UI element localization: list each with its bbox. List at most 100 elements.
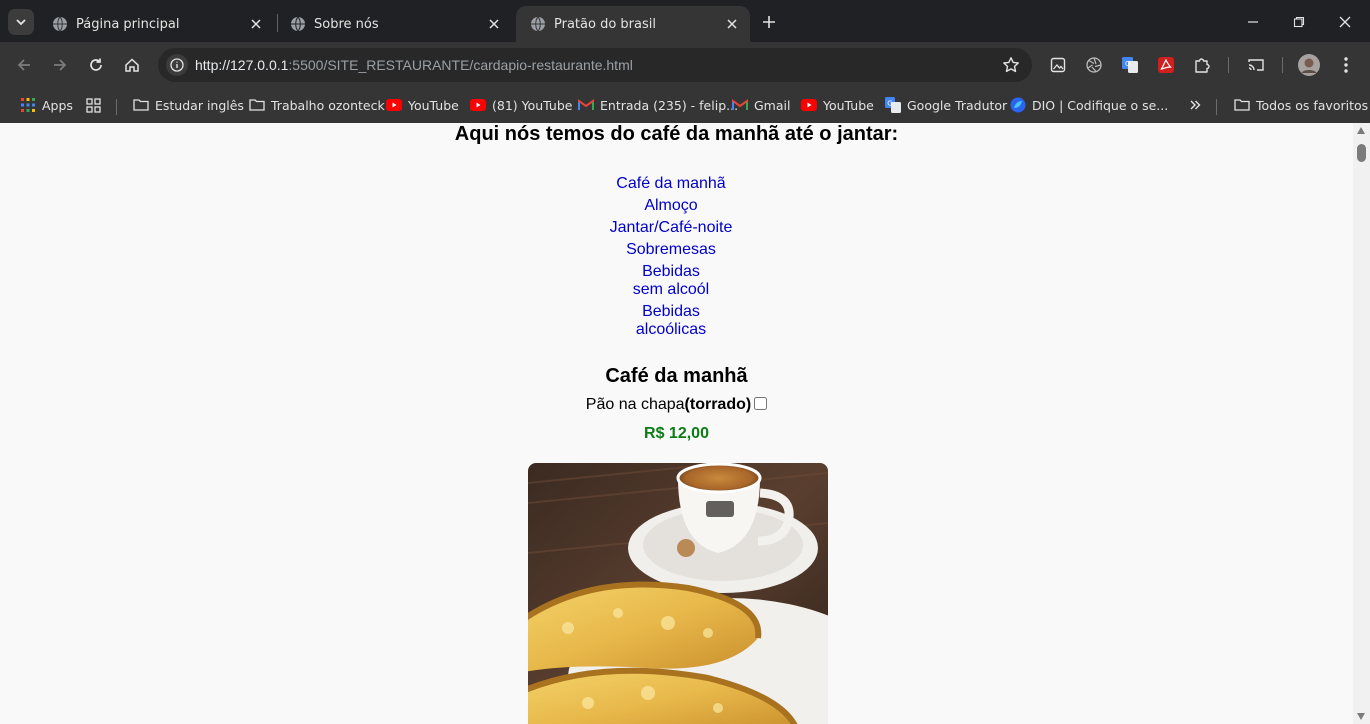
close-icon[interactable] [724,16,740,32]
extensions-button[interactable] [1191,54,1213,76]
folder-icon [249,97,265,113]
reload-icon [90,58,102,71]
site-info-button[interactable] [166,54,188,76]
arrow-right-icon [54,59,67,71]
link-almoco[interactable]: Almoço [644,197,697,214]
chevron-down-icon [16,19,26,26]
tab-title: Página principal [76,16,180,32]
bookmark-label: YouTube [408,97,459,113]
page-viewport: Aqui nós temos do café da manhã até o ja… [0,123,1353,724]
scroll-up-arrow[interactable] [1357,127,1365,134]
bookmark-youtube[interactable]: YouTube [386,94,459,116]
toast-and-coffee-image [528,463,828,724]
scroll-down-arrow[interactable] [1357,713,1365,720]
bookmark-star-icon[interactable] [1002,56,1020,74]
youtube-icon [386,97,402,113]
double-chevron-right-icon [1187,97,1203,113]
item-price: R$ 12,00 [644,425,709,442]
tab-pratao-do-brasil[interactable]: Pratão do brasil [516,6,750,42]
tab-sobre-nos[interactable]: Sobre nós [276,6,512,42]
bookmark-label: Apps [42,97,73,113]
tab-search-button[interactable] [8,9,34,35]
minimize-button[interactable] [1238,8,1268,36]
scroll-thumb[interactable] [1357,144,1366,162]
item-checkbox[interactable] [754,397,768,410]
extension-pdf-button[interactable] [1155,54,1177,76]
extension-aperture-button[interactable] [1083,54,1105,76]
restore-icon [1293,16,1305,28]
plus-icon [763,16,775,28]
menu-nav-item: Bebidas sem alcoól [576,263,766,299]
bookmark-gmail-inbox[interactable]: Entrada (235) - felip... [578,94,738,116]
close-icon[interactable] [486,16,502,32]
new-tab-button[interactable] [758,11,780,33]
link-cafe-da-manha[interactable]: Café da manhã [616,175,725,192]
arrow-left-icon [17,59,30,71]
restore-button[interactable] [1284,8,1314,36]
bookmark-label: Gmail [754,97,791,113]
page-scrollbar[interactable] [1353,123,1370,724]
home-button[interactable] [120,53,144,77]
link-bebidas-alcoolicas[interactable]: Bebidas alcoólicas [636,303,706,338]
globe-icon [531,16,545,32]
reload-button[interactable] [84,53,108,77]
bookmark-label: (81) YouTube [492,97,573,113]
cast-button[interactable] [1245,54,1267,76]
folder-icon [133,97,149,113]
bookmark-dio[interactable]: DIO | Codifique o se... [1010,94,1168,116]
bookmark-label: Entrada (235) - felip... [600,97,739,113]
close-icon[interactable] [248,16,264,32]
bookmark-label: DIO | Codifique o se... [1032,97,1169,113]
url-host: http://127.0.0.1 [195,57,289,73]
link-jantar[interactable]: Jantar/Café-noite [610,219,733,236]
food-photo [528,463,828,724]
aperture-icon [1086,57,1102,73]
puzzle-icon [1195,58,1210,73]
bookmarks-overflow-button[interactable] [1187,94,1209,116]
tab-pagina-principal[interactable]: Página principal [38,6,274,42]
back-button[interactable] [12,53,36,77]
forward-button[interactable] [48,53,72,77]
bookmark-gmail[interactable]: Gmail [732,94,790,116]
bookmark-folder-trabalho-ozonteck[interactable]: Trabalho ozonteck [249,94,385,116]
menu-nav: Café da manhã Almoço Jantar/Café-noite S… [576,175,766,343]
bookmark-youtube-2[interactable]: YouTube [801,94,874,116]
svg-text:G: G [887,100,892,108]
acrobat-icon [1158,57,1174,73]
minimize-icon [1248,21,1258,23]
bookmark-all-favorites[interactable]: Todos os favoritos [1234,94,1368,116]
home-icon [125,58,139,72]
url-text[interactable]: http://127.0.0.1:5500/SITE_RESTAURANTE/c… [195,57,633,73]
item-detail: (torrado) [684,396,752,413]
bookmark-label: Trabalho ozonteck [271,97,385,113]
page-heading: Aqui nós temos do café da manhã até o ja… [454,123,899,145]
menu-nav-item: Bebidas alcoólicas [576,303,766,339]
bookmark-folder-estudar-ingles[interactable]: Estudar inglês [133,94,244,116]
info-icon [170,58,184,72]
link-sobremesas[interactable]: Sobremesas [626,241,716,258]
close-window-button[interactable] [1330,8,1360,36]
bookmark-youtube-81[interactable]: (81) YouTube [470,94,572,116]
bookmark-apps[interactable]: Apps [20,94,73,116]
apps-grid-icon [20,97,36,113]
chrome-menu-button[interactable] [1335,54,1357,76]
bookmark-google-tradutor[interactable]: G Google Tradutor [885,94,1007,116]
menu-nav-item: Sobremesas [576,241,766,259]
gmail-icon [578,97,594,113]
url-path: :5500/SITE_RESTAURANTE/cardapio-restaura… [288,57,633,73]
address-bar[interactable]: http://127.0.0.1:5500/SITE_RESTAURANTE/c… [158,48,1032,82]
item-name: Pão na chapa [585,396,685,413]
extension-translate-button[interactable]: G [1119,54,1141,76]
toolbar-separator [1282,57,1283,73]
tab-strip: Página principal Sobre nós Pratão do bra… [0,0,1370,42]
bookmark-tab-groups[interactable] [85,94,107,116]
close-icon [1339,16,1351,28]
extension-image-button[interactable] [1047,54,1069,76]
bookmark-label: YouTube [823,97,874,113]
grid-icon [85,97,101,113]
youtube-icon [801,97,817,113]
bookmark-separator [1216,99,1217,115]
link-bebidas-sem-alcool[interactable]: Bebidas sem alcoól [633,263,709,298]
avatar-icon [1298,54,1320,76]
profile-avatar[interactable] [1298,54,1320,76]
